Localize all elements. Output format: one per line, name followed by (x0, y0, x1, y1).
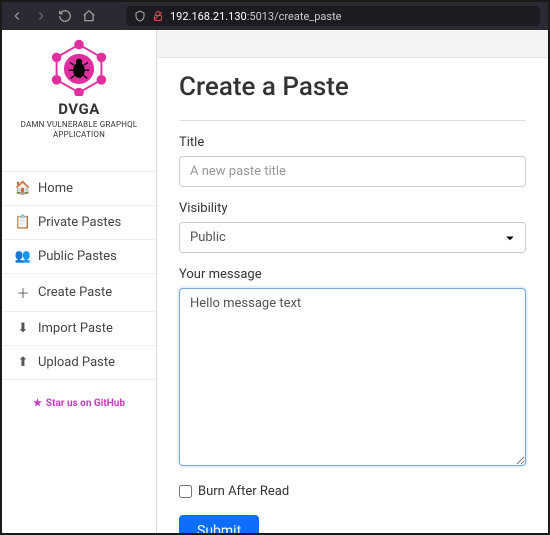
github-link-label: Star us on GitHub (46, 398, 125, 409)
message-label: Your message (179, 267, 526, 282)
sidebar-item-label: Upload Paste (38, 355, 115, 370)
home-icon[interactable] (82, 9, 96, 23)
sidebar-item-upload-paste[interactable]: ⬆ Upload Paste (2, 346, 156, 380)
brand-name: DVGA (6, 100, 152, 118)
back-icon[interactable] (10, 9, 24, 23)
sidebar-item-label: Public Pastes (38, 249, 117, 264)
reload-icon[interactable] (58, 9, 72, 23)
sidebar: DVGA DAMN VULNERABLE GRAPHQL APPLICATION… (2, 30, 157, 533)
brand: DVGA DAMN VULNERABLE GRAPHQL APPLICATION (2, 30, 156, 153)
brand-subtitle: DAMN VULNERABLE GRAPHQL APPLICATION (6, 120, 152, 141)
star-icon: ★ (33, 398, 42, 409)
plus-icon: ＋ (16, 283, 30, 302)
sidebar-item-label: Import Paste (38, 321, 113, 336)
page-title: Create a Paste (179, 72, 526, 102)
divider (179, 120, 526, 121)
house-icon: 🏠 (16, 181, 30, 196)
users-icon: 👥 (16, 249, 30, 264)
main-content: Create a Paste Title Visibility Public Y… (157, 30, 548, 533)
visibility-select[interactable]: Public (179, 222, 526, 253)
sidebar-item-label: Create Paste (38, 285, 112, 300)
url-text: 192.168.21.130:5013/create_paste (170, 10, 342, 23)
burn-label: Burn After Read (198, 484, 289, 499)
logo-icon (6, 38, 152, 96)
message-textarea[interactable] (179, 288, 526, 466)
title-label: Title (179, 135, 526, 150)
title-input[interactable] (179, 156, 526, 187)
download-icon: ⬇ (16, 321, 30, 336)
sidebar-item-home[interactable]: 🏠 Home (2, 171, 156, 206)
sidebar-item-label: Private Pastes (38, 215, 121, 230)
upload-icon: ⬆ (16, 355, 30, 370)
sidebar-item-import-paste[interactable]: ⬇ Import Paste (2, 312, 156, 346)
shield-icon (134, 7, 146, 26)
github-link[interactable]: ★ Star us on GitHub (2, 380, 156, 427)
submit-button[interactable]: Submit (179, 515, 259, 533)
browser-toolbar: 192.168.21.130:5013/create_paste (2, 2, 548, 30)
lock-icon (152, 7, 164, 26)
nav-list: 🏠 Home 📋 Private Pastes 👥 Public Pastes ＋ Cr… (2, 171, 156, 380)
visibility-label: Visibility (179, 201, 526, 216)
clipboard-icon: 📋 (16, 215, 30, 230)
url-bar[interactable]: 192.168.21.130:5013/create_paste (126, 6, 540, 26)
sidebar-item-private-pastes[interactable]: 📋 Private Pastes (2, 206, 156, 240)
sidebar-item-public-pastes[interactable]: 👥 Public Pastes (2, 240, 156, 274)
sidebar-item-create-paste[interactable]: ＋ Create Paste (2, 274, 156, 312)
forward-icon[interactable] (34, 9, 48, 23)
header-strip (157, 30, 548, 58)
sidebar-item-label: Home (38, 181, 73, 196)
burn-checkbox[interactable] (179, 485, 192, 498)
